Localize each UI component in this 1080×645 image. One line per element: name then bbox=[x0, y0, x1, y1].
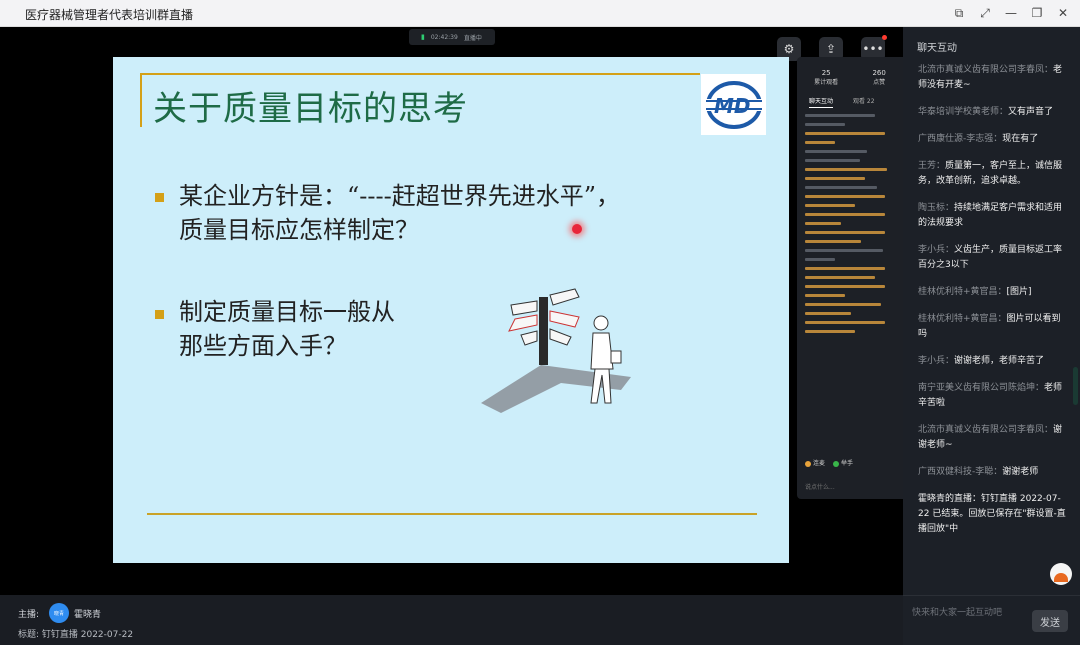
live-flame-icon bbox=[1054, 573, 1068, 582]
stat-viewers-value: 25 bbox=[821, 69, 831, 77]
message-author: 广西双健科技-李聪： bbox=[918, 467, 1003, 477]
bullet-marker bbox=[155, 310, 164, 319]
live-status-badge: ▮ 02:42:39 直播中 bbox=[409, 29, 495, 45]
message-author: 南宁亚美义齿有限公司陈焰坤： bbox=[918, 383, 1045, 393]
chat-message: 陶玉标：持续地满足客户需求和适用的法规要求 bbox=[918, 201, 1068, 231]
host-label: 主播: bbox=[18, 610, 40, 620]
live-subject: 标题: 钉钉直播 2022-07-22 bbox=[18, 630, 134, 640]
message-author: 桂林优利特+黄官昌： bbox=[918, 287, 1007, 297]
md-logo-icon: MD bbox=[705, 80, 762, 129]
restore-icon[interactable]: ❐ bbox=[1026, 3, 1048, 23]
chat-panel: 聊天互动 北流市真诚义齿有限公司李春凤：老师没有开麦~ 华泰培训学校黄老师：又有… bbox=[903, 27, 1080, 595]
host-name: 霍晓青 bbox=[74, 610, 102, 620]
message-text: 现在有了 bbox=[1002, 134, 1039, 144]
bullet-2-line-1: 制定质量目标一般从 bbox=[179, 298, 395, 326]
message-text: 谢谢老师，老师辛苦了 bbox=[954, 356, 1045, 366]
slide-top-rule bbox=[140, 73, 700, 75]
message-text: 谢谢老师 bbox=[1002, 467, 1039, 477]
popout-icon[interactable]: ⧉ bbox=[948, 3, 970, 23]
signal-icon: ▮ bbox=[421, 33, 425, 41]
message-author: 霍晓青的直播： bbox=[918, 494, 982, 504]
chat-message-list[interactable]: 北流市真诚义齿有限公司李春凤：老师没有开麦~ 华泰培训学校黄老师：又有声音了 广… bbox=[918, 63, 1068, 549]
svg-text:MD: MD bbox=[714, 94, 751, 118]
company-logo: MD bbox=[701, 74, 766, 135]
chat-scrollbar[interactable] bbox=[1073, 367, 1078, 405]
chat-message: 王芳：质量第一，客户至上，诚信服务，改革创新，追求卓越。 bbox=[918, 159, 1068, 189]
avatar[interactable]: 晓青 bbox=[49, 603, 69, 623]
slide-bottom-rule bbox=[147, 513, 757, 515]
more-icon: ••• bbox=[862, 42, 884, 56]
chat-message: 华泰培训学校黄老师：又有声音了 bbox=[918, 105, 1068, 120]
host-info-bar: 主播: 晓青 霍晓青 标题: 钉钉直播 2022-07-22 bbox=[0, 595, 903, 645]
chat-message: 霍晓青的直播：钉钉直播 2022-07-22 已结束。回放已保存在"群设置-直播… bbox=[918, 492, 1068, 537]
window-controls: ⧉ ⤢ — ❐ ✕ bbox=[948, 3, 1074, 23]
mini-footer-1-label: 连麦 bbox=[813, 460, 826, 467]
message-author: 李小兵： bbox=[918, 356, 955, 366]
bullet-1-line-2: 质量目标应怎样制定？ bbox=[179, 216, 419, 244]
chat-input[interactable]: 快来和大家一起互动吧 bbox=[912, 605, 1002, 618]
window-title: 医疗器械管理者代表培训群直播 bbox=[25, 8, 194, 22]
chat-message: 李小兵：谢谢老师，老师辛苦了 bbox=[918, 354, 1068, 369]
chat-input-bar: 快来和大家一起互动吧 发送 bbox=[903, 595, 1080, 645]
message-author: 华泰培训学校黄老师： bbox=[918, 107, 1009, 117]
message-author: 李小兵： bbox=[918, 245, 955, 255]
mini-footer-link[interactable]: 连麦 bbox=[805, 458, 825, 467]
mini-footer: 连麦 举手 bbox=[805, 458, 853, 467]
mini-chat-panel: 25 累计观看 260 点赞 聊天互动 观看 22 连麦 举手 说点什么... bbox=[797, 57, 903, 499]
send-button[interactable]: 发送 bbox=[1032, 610, 1068, 632]
chat-message: 李小兵：义齿生产，质量目标返工率百分之3以下 bbox=[918, 243, 1068, 273]
minimize-icon[interactable]: — bbox=[1000, 3, 1022, 23]
chat-message: 北流市真诚义齿有限公司李春凤：老师没有开麦~ bbox=[918, 63, 1068, 93]
chat-title: 聊天互动 bbox=[917, 43, 957, 54]
message-author: 桂林优利特+黄官昌： bbox=[918, 314, 1007, 324]
recording-label: 直播中 bbox=[463, 34, 482, 42]
message-author: 北流市真诚义齿有限公司李春凤： bbox=[918, 425, 1054, 435]
tab-viewers[interactable]: 观看 22 bbox=[853, 96, 875, 108]
fullscreen-icon[interactable]: ⤢ bbox=[974, 3, 996, 23]
message-text[interactable]: [图片] bbox=[1007, 287, 1032, 297]
chat-message: 桂林优利特+黄官昌：[图片] bbox=[918, 285, 1068, 300]
stat-viewers-label: 累计观看 bbox=[814, 79, 839, 86]
mini-footer-hand[interactable]: 举手 bbox=[833, 458, 853, 467]
share-icon: ⇪ bbox=[825, 42, 837, 56]
notification-dot bbox=[882, 35, 887, 40]
chat-message: 南宁亚美义齿有限公司陈焰坤：老师辛苦啦 bbox=[918, 381, 1068, 411]
stat-likes-value: 260 bbox=[872, 69, 886, 77]
close-icon[interactable]: ✕ bbox=[1052, 3, 1074, 23]
mini-message-list bbox=[797, 114, 903, 333]
mini-footer-2-label: 举手 bbox=[841, 460, 854, 467]
bullet-1: 某企业方针是：“----赶超世界先进水平”， 质量目标应怎样制定？ bbox=[179, 179, 620, 247]
bullet-marker bbox=[155, 193, 164, 202]
chat-message: 北流市真诚义齿有限公司李春凤：谢谢老师~ bbox=[918, 423, 1068, 453]
slide-left-rule bbox=[140, 73, 142, 127]
signpost-clipart bbox=[481, 288, 631, 413]
message-author: 北流市真诚义齿有限公司李春凤： bbox=[918, 65, 1054, 75]
bullet-1-line-1: 某企业方针是：“----赶超世界先进水平”， bbox=[179, 182, 620, 210]
recording-time: 02:42:39 bbox=[430, 33, 458, 41]
mini-input[interactable]: 说点什么... bbox=[805, 482, 835, 491]
message-author: 王芳： bbox=[918, 161, 946, 171]
presentation-slide: 关于质量目标的思考 MD 某企业方针是：“----赶超世界先进水平”， 质量目标… bbox=[113, 57, 789, 563]
chat-message: 桂林优利特+黄官昌：图片可以看到吗 bbox=[918, 312, 1068, 342]
laser-pointer bbox=[572, 224, 582, 234]
message-text: 又有声音了 bbox=[1008, 107, 1054, 117]
tab-chat[interactable]: 聊天互动 bbox=[809, 96, 834, 108]
slide-title: 关于质量目标的思考 bbox=[153, 89, 468, 129]
bullet-2: 制定质量目标一般从 那些方面入手？ bbox=[179, 295, 395, 363]
message-author: 广西康仕源-李志强： bbox=[918, 134, 1003, 144]
title-bar: 医疗器械管理者代表培训群直播 ⧉ ⤢ — ❐ ✕ bbox=[0, 0, 1080, 27]
chat-message: 广西康仕源-李志强：现在有了 bbox=[918, 132, 1068, 147]
viewer-stats: 25 累计观看 260 点赞 bbox=[797, 57, 903, 86]
live-app-icon[interactable] bbox=[1050, 563, 1072, 585]
mini-tabs: 聊天互动 观看 22 bbox=[797, 86, 903, 108]
stat-likes-label: 点赞 bbox=[873, 79, 886, 86]
message-author: 陶玉标： bbox=[918, 203, 955, 213]
chat-message: 广西双健科技-李聪：谢谢老师 bbox=[918, 465, 1068, 480]
bullet-2-line-2: 那些方面入手？ bbox=[179, 332, 347, 360]
mic-settings-icon: ⚙ bbox=[783, 42, 795, 56]
